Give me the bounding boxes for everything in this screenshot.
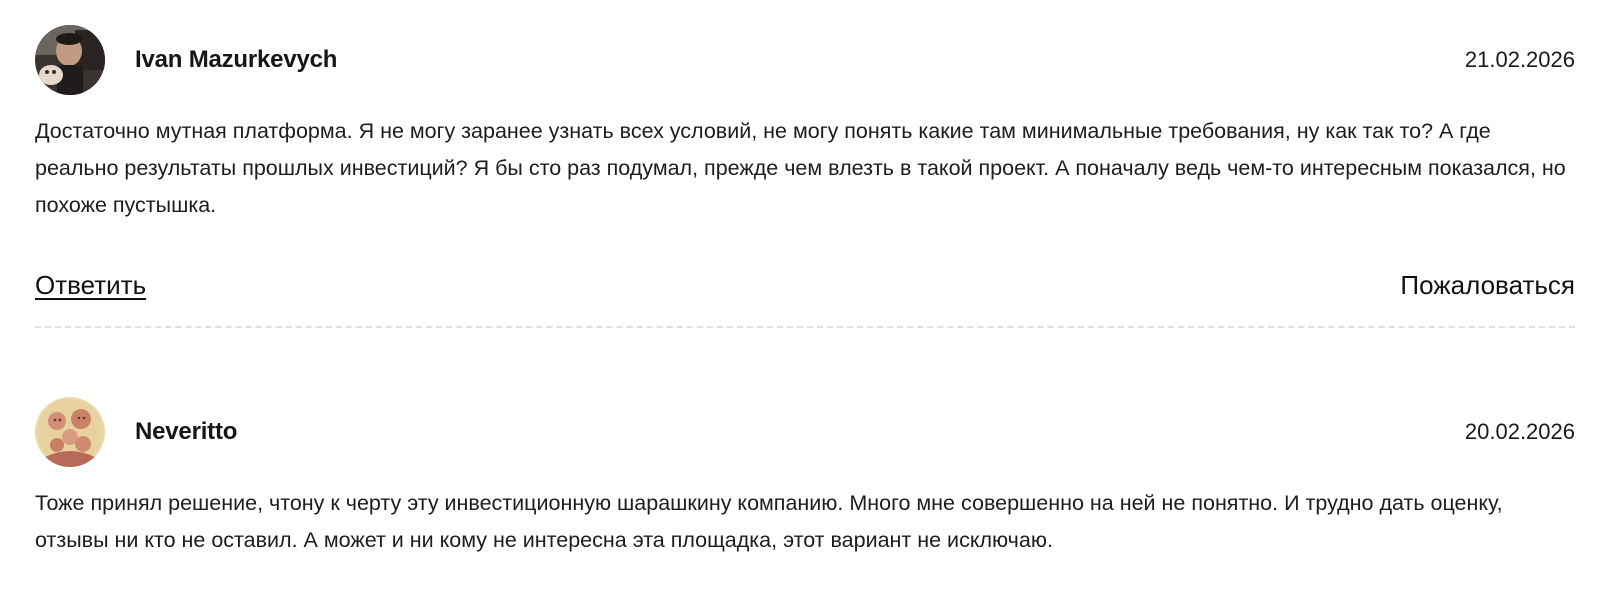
comment-header: Neveritto 20.02.2026 [35, 397, 1575, 467]
comment-author: Ivan Mazurkevych [135, 46, 338, 73]
comment-divider [35, 326, 1575, 328]
report-link[interactable]: Пожаловаться [1400, 268, 1575, 302]
comment-date: 21.02.2026 [1464, 47, 1575, 72]
comment-author: Neveritto [135, 418, 238, 445]
comment-text: Тоже принял решение, чтону к черту эту и… [35, 491, 1503, 552]
comment-item: Ivan Mazurkevych 21.02.2026 Достаточно м… [35, 25, 1575, 308]
reply-link[interactable]: Ответить [35, 268, 146, 302]
comment-text: Достаточно мутная платформа. Я не могу з… [35, 119, 1566, 217]
comment-item: Neveritto 20.02.2026 Тоже принял решение… [35, 397, 1575, 559]
avatar[interactable] [35, 25, 105, 95]
comment-header: Ivan Mazurkevych 21.02.2026 [35, 25, 1575, 95]
avatar[interactable] [35, 397, 105, 467]
comment-date: 20.02.2026 [1464, 419, 1575, 444]
comment-actions: Ответить Пожаловаться [35, 268, 1575, 308]
